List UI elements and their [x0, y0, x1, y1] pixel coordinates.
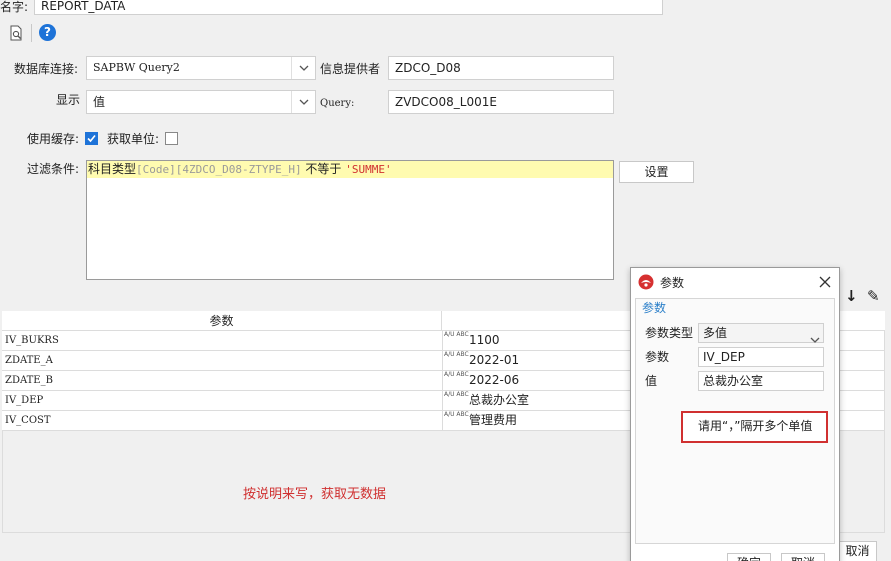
hint-text: 请用“，”隔开多个单值	[698, 419, 813, 433]
param-name-cell[interactable]: ZDATE_B	[2, 371, 443, 391]
text-type-icon: A/U ABC	[444, 371, 469, 378]
db-connection-label: 数据库连接:	[14, 62, 79, 76]
param-type-select[interactable]: 多值	[698, 323, 824, 343]
dialog-ok-button[interactable]: 确定	[727, 553, 771, 561]
preview-icon[interactable]	[8, 25, 24, 41]
param-value-label: 值	[645, 374, 658, 388]
param-dialog: 参数 参数 参数类型 多值 参数 IV_DEP 值 总裁办公室 请用“，”隔开多…	[630, 267, 840, 561]
display-select[interactable]: 值	[86, 90, 316, 114]
cache-checkbox[interactable]	[85, 132, 98, 145]
param-name-cell[interactable]: IV_BUKRS	[2, 331, 443, 351]
param-name-cell[interactable]: ZDATE_A	[2, 351, 443, 371]
display-label: 显示	[56, 93, 81, 107]
settings-button[interactable]: 设置	[619, 161, 694, 183]
text-type-icon: A/U ABC	[444, 331, 469, 338]
query-input[interactable]: ZVDCO08_L001E	[388, 90, 614, 114]
help-icon[interactable]: ?	[39, 24, 56, 41]
chevron-down-icon[interactable]	[810, 330, 820, 348]
name-label: 名字:	[0, 0, 29, 14]
text-type-icon: A/U ABC	[444, 351, 469, 358]
hint-highlight-box: 请用“，”隔开多个单值	[681, 411, 828, 443]
main-cancel-button[interactable]: 取消	[838, 541, 877, 561]
app-logo-icon	[638, 274, 654, 290]
text-type-icon: A/U ABC	[444, 411, 469, 418]
edit-icon[interactable]: ✎	[867, 287, 885, 305]
param-name-input[interactable]: IV_DEP	[698, 347, 824, 367]
provider-input[interactable]: ZDCO_D08	[388, 56, 614, 80]
provider-label: 信息提供者	[320, 62, 381, 76]
param-value-input[interactable]: 总裁办公室	[698, 371, 824, 391]
filter-editor[interactable]: 科目类型[Code][4ZDCO_D08-ZTYPE_H] 不等于 'SUMME…	[86, 160, 614, 280]
close-icon[interactable]	[817, 274, 833, 290]
dialog-section-title: 参数	[642, 301, 667, 315]
chevron-down-icon[interactable]	[291, 57, 315, 79]
annotation-text: 按说明来写，获取无数据	[243, 487, 387, 502]
unit-label: 获取单位:	[107, 132, 160, 146]
filter-label: 过滤条件:	[27, 162, 80, 176]
filter-line: 科目类型[Code][4ZDCO_D08-ZTYPE_H] 不等于 'SUMME…	[87, 161, 613, 178]
param-name-cell[interactable]: IV_DEP	[2, 391, 443, 411]
name-input[interactable]: REPORT_DATA	[34, 0, 663, 15]
db-connection-select[interactable]: SAPBW Query2	[86, 56, 316, 80]
param-name-label: 参数	[645, 350, 670, 364]
dialog-title: 参数	[660, 276, 685, 290]
toolbar-divider	[31, 24, 32, 42]
check-icon	[87, 134, 96, 143]
query-label: Query:	[320, 98, 355, 109]
chevron-down-icon[interactable]	[291, 91, 315, 113]
param-type-label: 参数类型	[645, 326, 694, 340]
param-name-cell[interactable]: IV_COST	[2, 411, 443, 431]
cache-label: 使用缓存:	[27, 132, 80, 146]
move-down-icon[interactable]: ↓	[845, 288, 859, 304]
unit-checkbox[interactable]	[165, 132, 178, 145]
params-header-cell: 参数	[2, 311, 442, 331]
text-type-icon: A/U ABC	[444, 391, 469, 398]
dialog-cancel-button[interactable]: 取消	[781, 553, 825, 561]
